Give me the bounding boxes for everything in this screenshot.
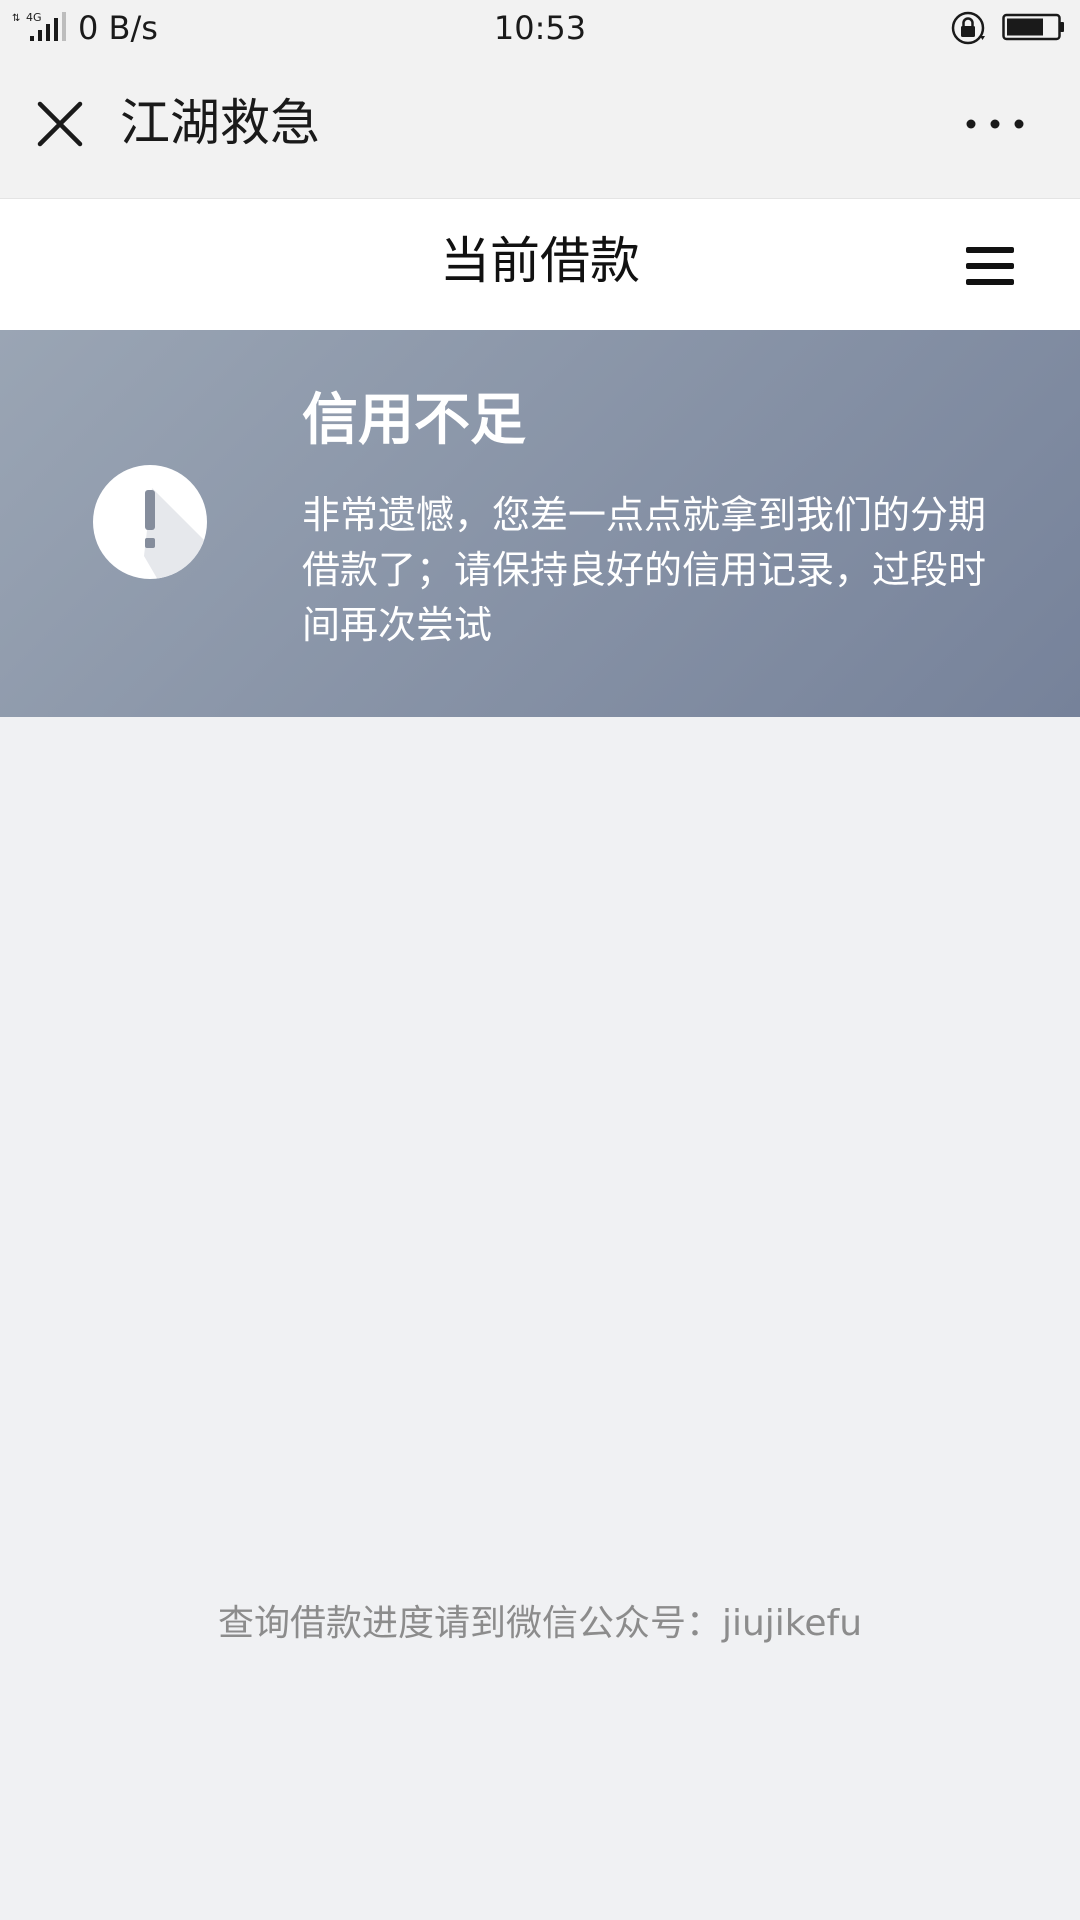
page-title: 当前借款 [440, 232, 640, 290]
more-options-icon[interactable] [962, 104, 1028, 144]
title-bar: 江湖救急 [0, 58, 1080, 198]
close-icon[interactable] [30, 94, 90, 154]
status-bar: 4G ⇅ 0 B/s 10:53 [0, 0, 1080, 58]
battery-icon [1002, 13, 1064, 41]
page-header: 当前借款 [0, 198, 1080, 330]
exclamation-icon [93, 465, 207, 579]
footer-note: 查询借款进度请到微信公众号：jiujikefu [217, 1603, 863, 1644]
hamburger-menu-icon[interactable] [964, 243, 1016, 289]
credit-notice-banner: 信用不足 非常遗憾，您差一点点就拿到我们的分期借款了；请保持良好的信用记录，过段… [0, 330, 1080, 717]
notice-heading: 信用不足 [302, 388, 526, 453]
app-title: 江湖救急 [120, 94, 320, 152]
notice-message: 非常遗憾，您差一点点就拿到我们的分期借款了；请保持良好的信用记录，过段时间再次尝… [302, 493, 987, 647]
rotation-lock-icon [951, 11, 985, 45]
clock: 10:53 [493, 9, 587, 47]
